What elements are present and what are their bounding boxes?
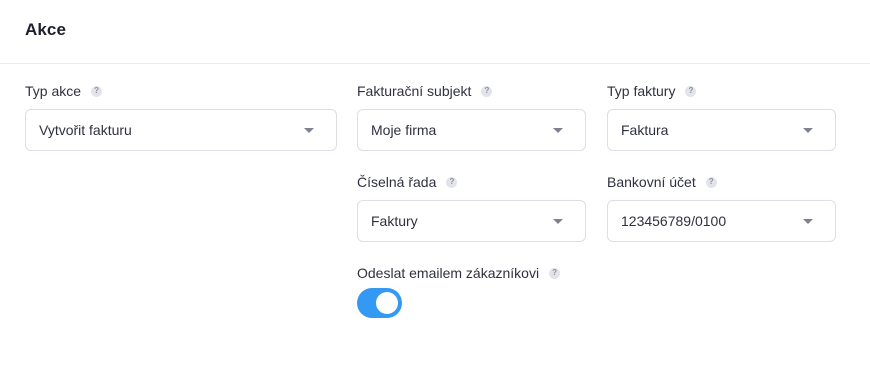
bankovni-ucet-select[interactable]: 123456789/0100 <box>607 200 836 242</box>
help-icon[interactable]: ? <box>549 267 561 279</box>
help-icon[interactable]: ? <box>481 85 493 97</box>
chevron-down-icon <box>553 128 563 133</box>
ciselna-rada-label-row: Číselná řada ? <box>357 173 586 191</box>
typ-akce-value: Vytvořit fakturu <box>39 122 132 138</box>
help-icon[interactable]: ? <box>91 85 103 97</box>
ciselna-rada-label: Číselná řada <box>357 174 437 190</box>
field-bankovni-ucet: Bankovní účet ? 123456789/0100 <box>607 173 836 242</box>
chevron-down-icon <box>803 219 813 224</box>
fakturacni-subjekt-value: Moje firma <box>371 122 437 138</box>
odeslat-emailem-label: Odeslat emailem zákazníkovi <box>357 265 540 281</box>
bankovni-ucet-label-row: Bankovní účet ? <box>607 173 836 191</box>
typ-faktury-value: Faktura <box>621 122 669 138</box>
fakturacni-subjekt-label: Fakturační subjekt <box>357 83 472 99</box>
page-title: Akce <box>25 20 67 39</box>
fakturacni-subjekt-label-row: Fakturační subjekt ? <box>357 82 586 100</box>
help-icon[interactable]: ? <box>446 176 458 188</box>
ciselna-rada-value: Faktury <box>371 213 418 229</box>
field-odeslat-emailem: Odeslat emailem zákazníkovi ? <box>357 264 617 318</box>
toggle-knob <box>376 292 398 314</box>
chevron-down-icon <box>304 128 314 133</box>
chevron-down-icon <box>803 128 813 133</box>
field-ciselna-rada: Číselná řada ? Faktury <box>357 173 586 242</box>
odeslat-emailem-toggle[interactable] <box>357 288 402 318</box>
odeslat-emailem-label-row: Odeslat emailem zákazníkovi ? <box>357 264 617 282</box>
help-icon[interactable]: ? <box>705 176 717 188</box>
section-header: Akce <box>0 0 870 64</box>
ciselna-rada-select[interactable]: Faktury <box>357 200 586 242</box>
help-icon[interactable]: ? <box>685 85 697 97</box>
typ-faktury-label-row: Typ faktury ? <box>607 82 836 100</box>
bankovni-ucet-value: 123456789/0100 <box>621 213 727 229</box>
typ-akce-label: Typ akce <box>25 83 82 99</box>
typ-akce-select[interactable]: Vytvořit fakturu <box>25 109 337 151</box>
typ-faktury-label: Typ faktury <box>607 83 676 99</box>
field-typ-faktury: Typ faktury ? Faktura <box>607 82 836 151</box>
typ-faktury-select[interactable]: Faktura <box>607 109 836 151</box>
field-typ-akce: Typ akce ? Vytvořit fakturu <box>25 82 337 151</box>
field-fakturacni-subjekt: Fakturační subjekt ? Moje firma <box>357 82 586 151</box>
typ-akce-label-row: Typ akce ? <box>25 82 337 100</box>
chevron-down-icon <box>553 219 563 224</box>
bankovni-ucet-label: Bankovní účet <box>607 174 696 190</box>
fakturacni-subjekt-select[interactable]: Moje firma <box>357 109 586 151</box>
